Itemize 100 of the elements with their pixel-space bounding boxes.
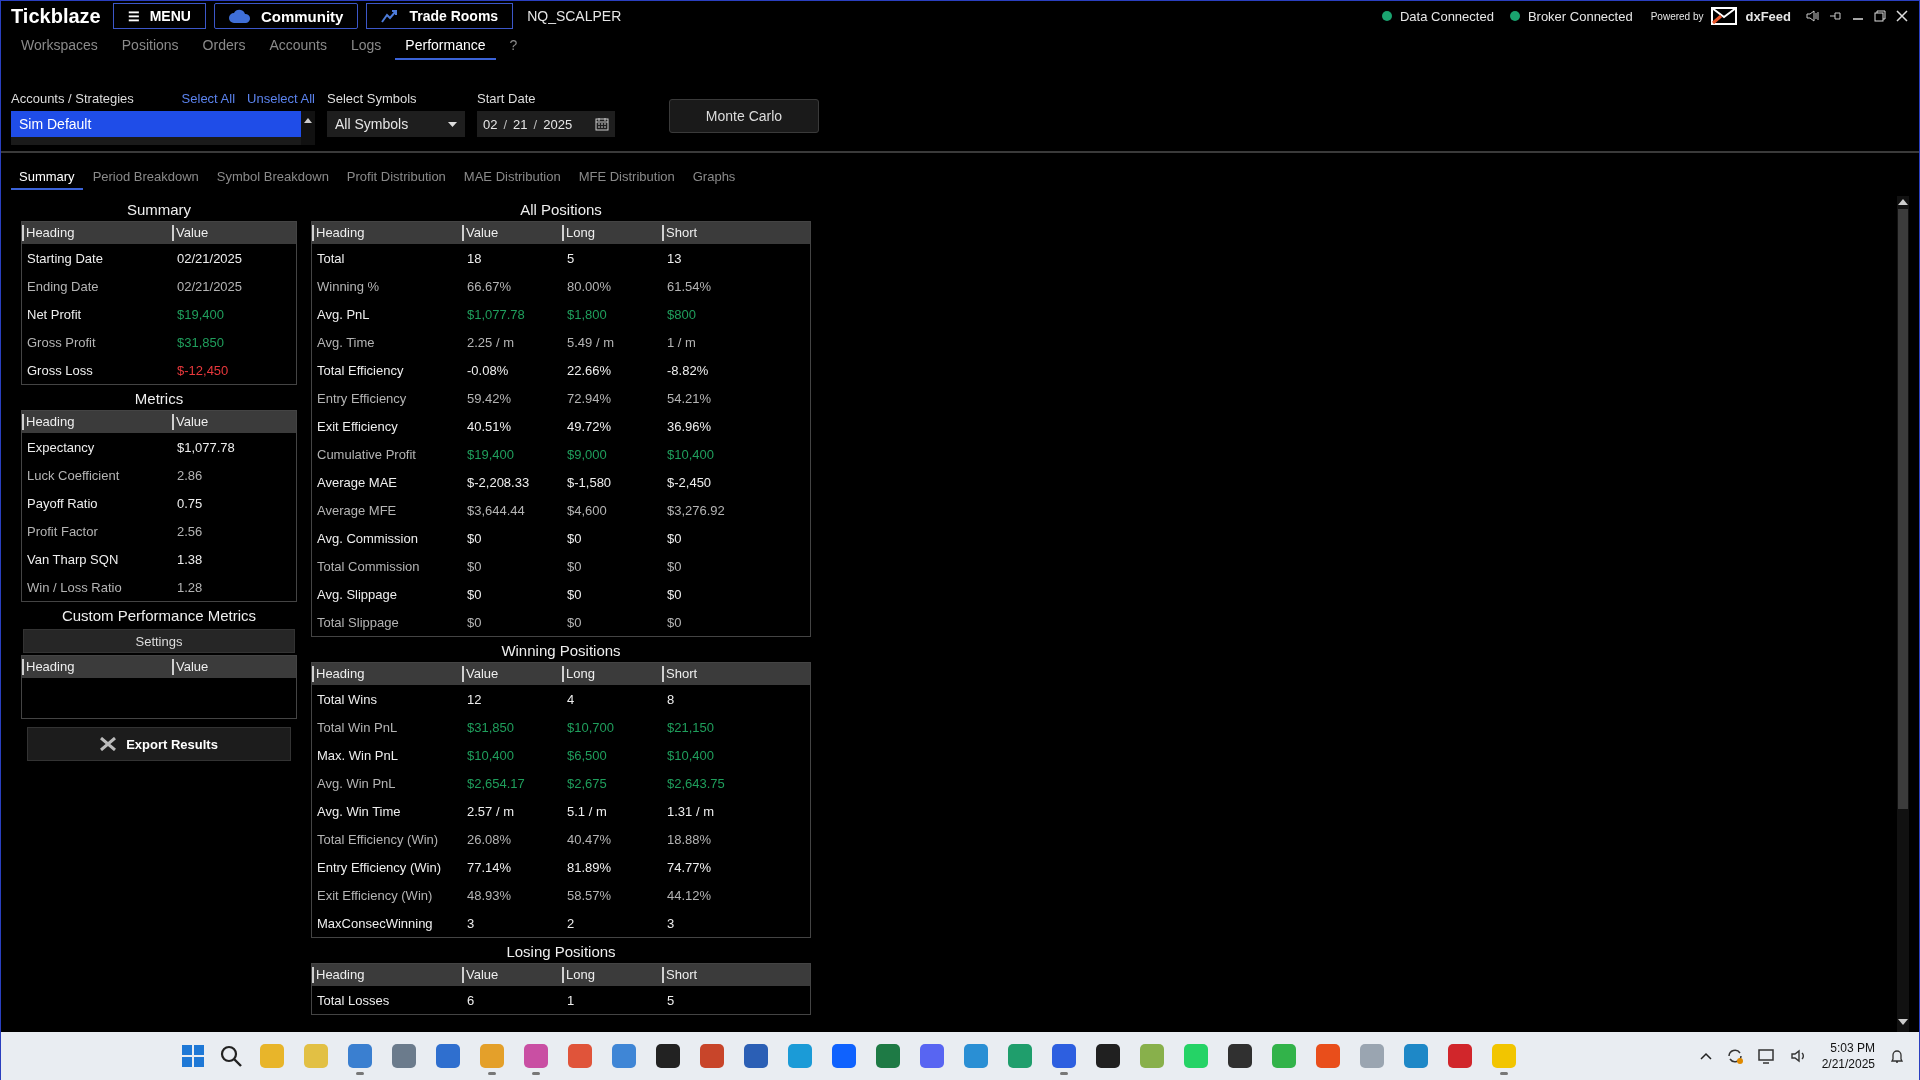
table-cell-text: 40.51% [466, 418, 513, 434]
table-cell-text: $0 [566, 558, 583, 574]
column-header[interactable]: Short [662, 967, 810, 983]
nav-tab[interactable]: Logs [341, 33, 392, 60]
column-header[interactable]: Heading [312, 967, 462, 983]
report-tab[interactable]: Summary [11, 165, 83, 190]
table-cell-text: $9,000 [566, 446, 608, 462]
calendar-icon[interactable] [595, 117, 609, 131]
pin-icon[interactable] [1829, 9, 1843, 23]
nav-tab[interactable]: Positions [111, 33, 189, 60]
settings-button[interactable]: Settings [23, 629, 295, 653]
restore-icon[interactable] [1873, 9, 1887, 23]
date-field[interactable]: 02 / 21 / 2025 [477, 111, 615, 137]
table-cell-text: 48.93% [466, 887, 513, 903]
symbols-dropdown[interactable]: All Symbols [327, 111, 465, 137]
column-header[interactable]: Value [172, 225, 296, 241]
report-tab[interactable]: MFE Distribution [570, 165, 683, 190]
nav-tab[interactable]: Workspaces [11, 33, 108, 60]
column-header[interactable]: Long [562, 666, 662, 682]
unselect-all-link[interactable]: Unselect All [247, 91, 315, 106]
column-header[interactable]: Heading [312, 666, 462, 682]
clock-date[interactable]: 2/21/2025 [1821, 1056, 1875, 1072]
export-results-button[interactable]: Export Results [27, 727, 291, 761]
app-icon[interactable] [656, 1044, 681, 1068]
account-item[interactable]: Sim Default [11, 111, 301, 137]
table-cell-text: $10,400 [466, 747, 515, 763]
report-tab[interactable]: Symbol Breakdown [208, 165, 337, 190]
table-cell-text: $31,850 [466, 719, 515, 735]
column-header[interactable]: Heading [22, 414, 172, 430]
table-cell-text: Van Tharp SQN [26, 551, 120, 567]
report-tab[interactable]: Period Breakdown [84, 165, 207, 190]
table-cell-text: 8 [666, 691, 676, 707]
column-header[interactable]: Value [462, 967, 562, 983]
column-header[interactable]: Short [662, 225, 810, 241]
table-cell-text: 40.47% [566, 831, 613, 847]
close-icon[interactable] [1895, 9, 1909, 23]
column-header[interactable]: Value [462, 225, 562, 241]
app-icon[interactable] [1096, 1044, 1121, 1068]
report-tab[interactable]: Profit Distribution [338, 165, 454, 190]
chevron-up-icon[interactable] [1699, 1052, 1712, 1060]
scrollbar[interactable] [1897, 196, 1909, 1032]
search-icon[interactable] [219, 1044, 244, 1068]
column-header[interactable]: Heading [22, 659, 172, 675]
column-header[interactable]: Short [662, 666, 810, 682]
column-header[interactable]: Heading [312, 225, 462, 241]
nav-tab[interactable]: Orders [192, 33, 256, 60]
table-cell-text: Total Efficiency (Win) [316, 831, 440, 847]
notification-bell-icon[interactable] [1889, 1048, 1905, 1064]
table-cell-text: $0 [566, 530, 583, 546]
monitor-icon[interactable] [1757, 1047, 1776, 1065]
table-cell-text: 6 [466, 992, 476, 1008]
column-header[interactable]: Heading [22, 225, 172, 241]
monte-carlo-button[interactable]: Monte Carlo [669, 99, 819, 133]
menu-icon: ☰ [127, 8, 140, 24]
table-cell-text: $10,400 [666, 747, 715, 763]
table-cell-text: Avg. Time [316, 334, 376, 350]
table-cell-text: 66.67% [466, 278, 513, 294]
nav-tab[interactable]: ? [499, 33, 528, 60]
table-cell-text: Average MAE [316, 474, 398, 490]
caret-icon [448, 121, 457, 127]
table-title: Winning Positions [500, 641, 622, 661]
table-cell-text: Luck Coefficient [26, 467, 121, 483]
scroll-up-icon[interactable] [304, 117, 312, 123]
trade-rooms-button[interactable]: Trade Rooms [366, 3, 514, 29]
windows-start-icon[interactable] [181, 1044, 206, 1068]
nav-tab[interactable]: Accounts [259, 33, 337, 60]
table-cell-text: 2.56 [176, 523, 204, 539]
app-icon[interactable] [1228, 1044, 1253, 1068]
column-header[interactable]: Long [562, 967, 662, 983]
table-cell-text: $19,400 [176, 306, 225, 322]
table-cell-text: 18.88% [666, 831, 713, 847]
table-cell-text: 26.08% [466, 831, 513, 847]
table-cell-text: 59.42% [466, 390, 513, 406]
table-cell-text: 58.57% [566, 887, 613, 903]
report-tab[interactable]: MAE Distribution [455, 165, 569, 190]
select-all-link[interactable]: Select All [181, 91, 236, 106]
clock-time[interactable]: 5:03 PM [1830, 1040, 1875, 1056]
scroll-up-icon[interactable] [1898, 198, 1908, 205]
envelope-logo-icon [1711, 7, 1738, 25]
nav-tab[interactable]: Performance [395, 33, 496, 60]
menu-button[interactable]: ☰ MENU [112, 3, 206, 29]
column-header[interactable]: Value [462, 666, 562, 682]
table-cell-text: -0.08% [466, 362, 510, 378]
table-cell-text: $0 [466, 586, 483, 602]
table-cell-text: 12 [466, 691, 483, 707]
column-header[interactable]: Value [172, 659, 296, 675]
list-scrollbar[interactable] [301, 111, 315, 145]
table-cell-text: Ending Date [26, 278, 100, 294]
table-cell-text: Starting Date [26, 250, 104, 266]
table-cell-text: $4,600 [566, 502, 608, 518]
sync-icon[interactable] [1725, 1047, 1744, 1065]
column-header[interactable]: Long [562, 225, 662, 241]
table-cell-text: 77.14% [466, 859, 513, 875]
community-button[interactable]: Community [213, 3, 359, 29]
table-cell-text: 1.38 [176, 551, 204, 567]
column-header[interactable]: Value [172, 414, 296, 430]
scroll-thumb[interactable] [1898, 209, 1908, 809]
report-tab[interactable]: Graphs [684, 165, 744, 190]
speaker-icon[interactable] [1805, 8, 1821, 24]
scroll-down-icon[interactable] [1898, 1019, 1908, 1026]
